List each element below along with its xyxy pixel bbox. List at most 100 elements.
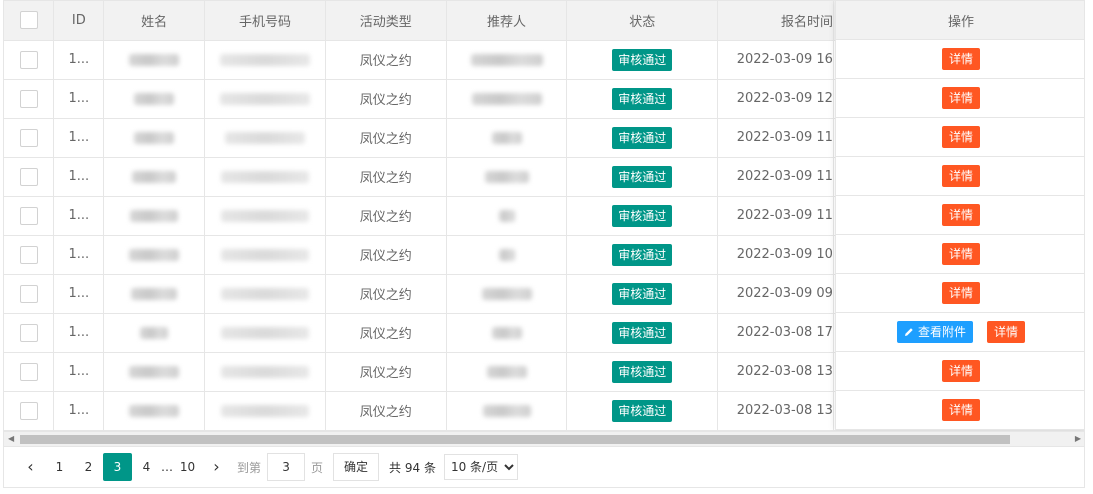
row-name — [103, 196, 206, 236]
detail-button[interactable]: 详情 — [941, 87, 980, 109]
row-select-cell[interactable] — [4, 196, 55, 236]
row-actions: 详情 — [836, 352, 1084, 391]
row-select-cell[interactable] — [4, 274, 55, 314]
row-time: 2022-03-09 11 — [717, 157, 834, 197]
redacted-name — [129, 365, 180, 378]
total-count: 共 94 条 — [389, 460, 436, 475]
detail-button[interactable]: 详情 — [941, 165, 980, 187]
goto-confirm-button[interactable]: 确定 — [333, 453, 380, 481]
redacted-name — [129, 248, 180, 261]
row-select-cell[interactable] — [4, 313, 55, 353]
prev-page-icon[interactable]: ‹ — [16, 453, 45, 481]
detail-button[interactable]: 详情 — [941, 399, 980, 421]
page-4[interactable]: 4 — [132, 453, 161, 481]
page-last[interactable]: 10 — [173, 453, 202, 481]
row-select-cell[interactable] — [4, 391, 55, 431]
row-select-cell[interactable] — [4, 235, 55, 275]
page-3-current[interactable]: 3 — [103, 453, 132, 481]
row-time: 2022-03-08 13 — [717, 352, 834, 392]
row-select-cell[interactable] — [4, 157, 55, 197]
detail-button[interactable]: 详情 — [941, 204, 980, 226]
row-checkbox[interactable] — [19, 284, 38, 303]
redacted-phone — [220, 365, 309, 378]
row-checkbox[interactable] — [19, 167, 38, 186]
header-time[interactable]: 报名时间 — [717, 1, 834, 41]
row-actions: 详情 — [836, 391, 1084, 430]
row-phone — [204, 235, 326, 275]
row-checkbox[interactable] — [19, 206, 38, 225]
select-all-checkbox[interactable] — [19, 11, 38, 30]
row-id: 1... — [53, 391, 105, 431]
status-badge: 审核通过 — [612, 399, 673, 422]
row-name — [103, 313, 206, 353]
header-name[interactable]: 姓名 — [103, 1, 206, 41]
detail-button[interactable]: 详情 — [941, 48, 980, 70]
row-referrer — [446, 40, 568, 80]
row-referrer — [446, 352, 568, 392]
row-referrer — [446, 235, 568, 275]
header-activity[interactable]: 活动类型 — [325, 1, 447, 41]
row-time: 2022-03-08 13 — [717, 391, 834, 431]
row-phone — [204, 40, 326, 80]
status-badge: 审核通过 — [612, 87, 673, 110]
redacted-referrer — [481, 287, 532, 300]
pencil-icon — [904, 328, 913, 336]
page-1[interactable]: 1 — [45, 453, 74, 481]
header-referrer[interactable]: 推荐人 — [446, 1, 568, 41]
detail-button[interactable]: 详情 — [941, 282, 980, 304]
row-select-cell[interactable] — [4, 79, 55, 119]
status-badge: 审核通过 — [612, 360, 673, 383]
scroll-left-icon[interactable]: ◀ — [8, 434, 14, 443]
header-id[interactable]: ID — [53, 1, 105, 41]
detail-button[interactable]: 详情 — [941, 360, 980, 382]
row-name — [103, 157, 206, 197]
goto-page-input[interactable] — [267, 453, 306, 481]
detail-button[interactable]: 详情 — [941, 126, 980, 148]
row-actions: 详情 — [836, 274, 1084, 313]
row-checkbox[interactable] — [19, 89, 38, 108]
page-size-select[interactable]: 10 条/页 — [443, 454, 518, 480]
header-phone[interactable]: 手机号码 — [204, 1, 326, 41]
detail-button[interactable]: 详情 — [987, 321, 1026, 343]
row-id: 1... — [53, 352, 105, 392]
redacted-phone — [220, 170, 309, 183]
scroll-right-icon[interactable]: ▶ — [1075, 434, 1081, 443]
row-checkbox[interactable] — [19, 362, 38, 381]
view-attachment-button[interactable]: 查看附件 — [896, 321, 973, 343]
next-page-icon[interactable]: › — [202, 453, 231, 481]
row-time: 2022-03-09 16 — [717, 40, 834, 80]
redacted-phone — [219, 53, 310, 66]
redacted-name — [130, 209, 179, 222]
row-status: 审核通过 — [566, 235, 719, 275]
row-phone — [204, 196, 326, 236]
row-select-cell[interactable] — [4, 40, 55, 80]
row-actions: 详情 — [836, 196, 1084, 235]
row-actions: 详情 — [836, 118, 1084, 157]
row-id: 1... — [53, 79, 105, 119]
row-checkbox[interactable] — [19, 245, 38, 264]
horizontal-scrollbar[interactable]: ◀ ▶ — [4, 431, 1084, 446]
redacted-name — [140, 326, 169, 339]
redacted-referrer — [491, 326, 522, 339]
redacted-referrer — [491, 131, 522, 144]
redacted-referrer — [470, 53, 543, 66]
header-status[interactable]: 状态 — [566, 1, 719, 41]
row-time: 2022-03-09 09 — [717, 274, 834, 314]
scrollbar-thumb[interactable] — [20, 435, 1010, 444]
page-unit-label: 页 — [311, 460, 324, 475]
row-select-cell[interactable] — [4, 118, 55, 158]
row-checkbox[interactable] — [19, 50, 38, 69]
row-phone — [204, 274, 326, 314]
select-all-cell[interactable] — [4, 1, 55, 41]
row-checkbox[interactable] — [19, 128, 38, 147]
detail-button[interactable]: 详情 — [941, 243, 980, 265]
row-select-cell[interactable] — [4, 352, 55, 392]
row-checkbox[interactable] — [19, 401, 38, 420]
row-checkbox[interactable] — [19, 323, 38, 342]
page-2[interactable]: 2 — [74, 453, 103, 481]
row-status: 审核通过 — [566, 391, 719, 431]
row-status: 审核通过 — [566, 40, 719, 80]
redacted-name — [134, 131, 175, 144]
redacted-referrer — [484, 170, 529, 183]
status-badge: 审核通过 — [612, 282, 673, 305]
